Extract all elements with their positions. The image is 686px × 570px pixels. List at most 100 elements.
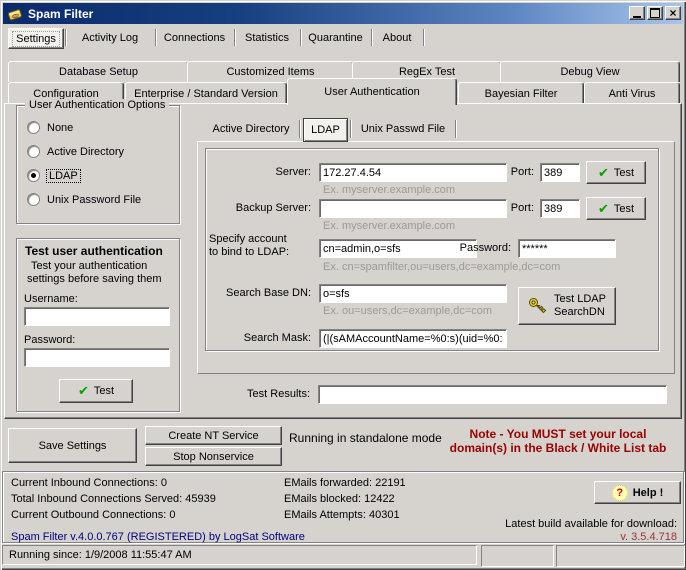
- test-ldap-searchdn-button[interactable]: Test LDAPSearchDN: [518, 287, 616, 325]
- tab-label: Database Setup: [59, 66, 138, 78]
- tab-user-authentication[interactable]: User Authentication: [287, 78, 457, 105]
- close-button[interactable]: ×: [665, 6, 681, 20]
- username-label: Username:: [24, 293, 78, 305]
- stat-emails-attempts: EMails Attempts: 40301: [284, 509, 400, 521]
- test-auth-button[interactable]: ✔ Test: [59, 379, 133, 403]
- tab-label: Configuration: [33, 88, 98, 100]
- ldap-tab-unix-passwd-file[interactable]: Unix Passwd File: [354, 118, 452, 140]
- password-field[interactable]: [24, 348, 170, 367]
- tab-bayesian-filter[interactable]: Bayesian Filter: [458, 82, 584, 104]
- tab-quarantine[interactable]: Quarantine: [303, 28, 368, 47]
- domain-note-line1: Note - You MUST set your local: [470, 427, 647, 441]
- radio-selected-dot: [31, 173, 36, 178]
- tab-label: Statistics: [245, 32, 289, 44]
- stop-nonservice-button[interactable]: Stop Nonservice: [145, 447, 282, 466]
- stat-total-inbound: Total Inbound Connections Served: 45939: [11, 493, 216, 505]
- tab-debug-view[interactable]: Debug View: [500, 61, 680, 82]
- app-icon: [7, 6, 23, 22]
- username-field[interactable]: [24, 307, 170, 326]
- tab-label: Connections: [164, 32, 225, 44]
- group-title: User Authentication Options: [25, 99, 169, 111]
- running-since-text: Running since: 1/9/2008 11:55:47 AM: [9, 549, 192, 561]
- tab-separator: [65, 29, 66, 46]
- button-label: Test: [614, 167, 634, 179]
- search-mask-label: Search Mask:: [206, 332, 311, 344]
- base-dn-hint: Ex. ou=users,dc=example,dc=com: [323, 305, 492, 317]
- app-window: Spam Filter × Settings Activity Log Conn…: [0, 0, 686, 570]
- window-titlebar: Spam Filter ×: [3, 3, 683, 24]
- tab-label: Unix Passwd File: [361, 123, 445, 135]
- tab-connections[interactable]: Connections: [158, 28, 231, 47]
- registered-text: Spam Filter v.4.0.0.767 (REGISTERED) by …: [11, 531, 305, 543]
- help-icon: ?: [612, 485, 628, 501]
- tab-anti-virus[interactable]: Anti Virus: [584, 82, 680, 104]
- test-auth-desc-line2: settings before saving them: [27, 273, 162, 285]
- stat-current-outbound: Current Outbound Connections: 0: [11, 509, 176, 521]
- backup-server-field[interactable]: [319, 199, 507, 218]
- server-test-button[interactable]: ✔ Test: [586, 161, 646, 184]
- ldap-tab-ldap[interactable]: LDAP: [303, 118, 348, 142]
- ldap-settings-panel: Server: Port: ✔ Test Ex. myserver.exampl…: [205, 148, 659, 351]
- check-icon: ✔: [598, 201, 609, 217]
- tab-activity-log[interactable]: Activity Log: [68, 28, 152, 47]
- create-nt-service-button[interactable]: Create NT Service: [145, 426, 282, 445]
- domain-note-line2: domain(s) in the Black / White List tab: [450, 441, 667, 455]
- test-results-field[interactable]: [318, 385, 667, 404]
- button-label: Test: [614, 203, 634, 215]
- window-title: Spam Filter: [28, 7, 93, 21]
- latest-version-text: v. 3.5.4.718: [620, 531, 677, 543]
- backup-port-field[interactable]: [540, 199, 580, 218]
- bind-account-field[interactable]: [319, 239, 477, 258]
- bind-hint: Ex. cn=spamfilter,ou=users,dc=example,dc…: [323, 261, 560, 273]
- radio-ldap[interactable]: LDAP: [27, 169, 80, 182]
- help-button[interactable]: ? Help !: [594, 481, 681, 504]
- radio-icon: [27, 145, 40, 158]
- tab-label: RegEx Test: [399, 66, 455, 78]
- tab-label: Quarantine: [308, 32, 362, 44]
- server-field[interactable]: [319, 163, 507, 182]
- save-settings-button[interactable]: Save Settings: [8, 428, 137, 463]
- server-port-field[interactable]: [540, 163, 580, 182]
- radio-none[interactable]: None: [27, 121, 73, 134]
- tab-separator: [423, 29, 424, 46]
- tab-separator: [155, 29, 156, 46]
- server-label: Server:: [206, 166, 311, 178]
- backup-port-label: Port:: [506, 202, 534, 214]
- statusbar-panel-3: [556, 545, 685, 567]
- bind-password-field[interactable]: [518, 239, 616, 258]
- minimize-button[interactable]: [629, 6, 645, 20]
- search-base-dn-field[interactable]: [319, 284, 507, 303]
- statusbar-panel-2: [481, 545, 554, 567]
- latest-build-text: Latest build available for download:: [505, 518, 677, 530]
- tab-statistics[interactable]: Statistics: [237, 28, 297, 47]
- tab-settings[interactable]: Settings: [8, 28, 64, 49]
- radio-active-directory[interactable]: Active Directory: [27, 145, 124, 158]
- test-results-label: Test Results:: [200, 388, 310, 400]
- tab-separator: [234, 29, 235, 46]
- tab-label: Settings: [13, 32, 59, 46]
- button-label: Save Settings: [39, 440, 107, 452]
- tab-about[interactable]: About: [374, 28, 420, 47]
- radio-icon: [27, 121, 40, 134]
- tab-separator: [455, 120, 456, 138]
- test-auth-desc-line1: Test your authentication: [31, 260, 147, 272]
- tab-label: Anti Virus: [609, 88, 656, 100]
- bind-account-label-line2: to bind to LDAP:: [209, 246, 289, 258]
- tab-database-setup[interactable]: Database Setup: [8, 61, 189, 82]
- search-mask-field[interactable]: [319, 329, 507, 348]
- ldap-tab-active-directory[interactable]: Active Directory: [205, 118, 297, 140]
- tab-label: About: [383, 32, 412, 44]
- radio-label: Unix Password File: [47, 194, 141, 206]
- server-hint: Ex. myserver.example.com: [323, 184, 455, 196]
- maximize-button[interactable]: [647, 6, 663, 20]
- tab-label: Debug View: [560, 66, 619, 78]
- stat-emails-blocked: EMails blocked: 12422: [284, 493, 395, 505]
- radio-unix-password-file[interactable]: Unix Password File: [27, 193, 141, 206]
- key-icon: [528, 297, 548, 315]
- statusbar-running-since-panel: Running since: 1/9/2008 11:55:47 AM: [2, 545, 477, 565]
- bind-password-label: Password:: [456, 242, 511, 254]
- stat-current-inbound: Current Inbound Connections: 0: [11, 477, 167, 489]
- password-label: Password:: [24, 334, 75, 346]
- backup-test-button[interactable]: ✔ Test: [586, 197, 646, 220]
- test-auth-title: Test user authentication: [25, 244, 163, 258]
